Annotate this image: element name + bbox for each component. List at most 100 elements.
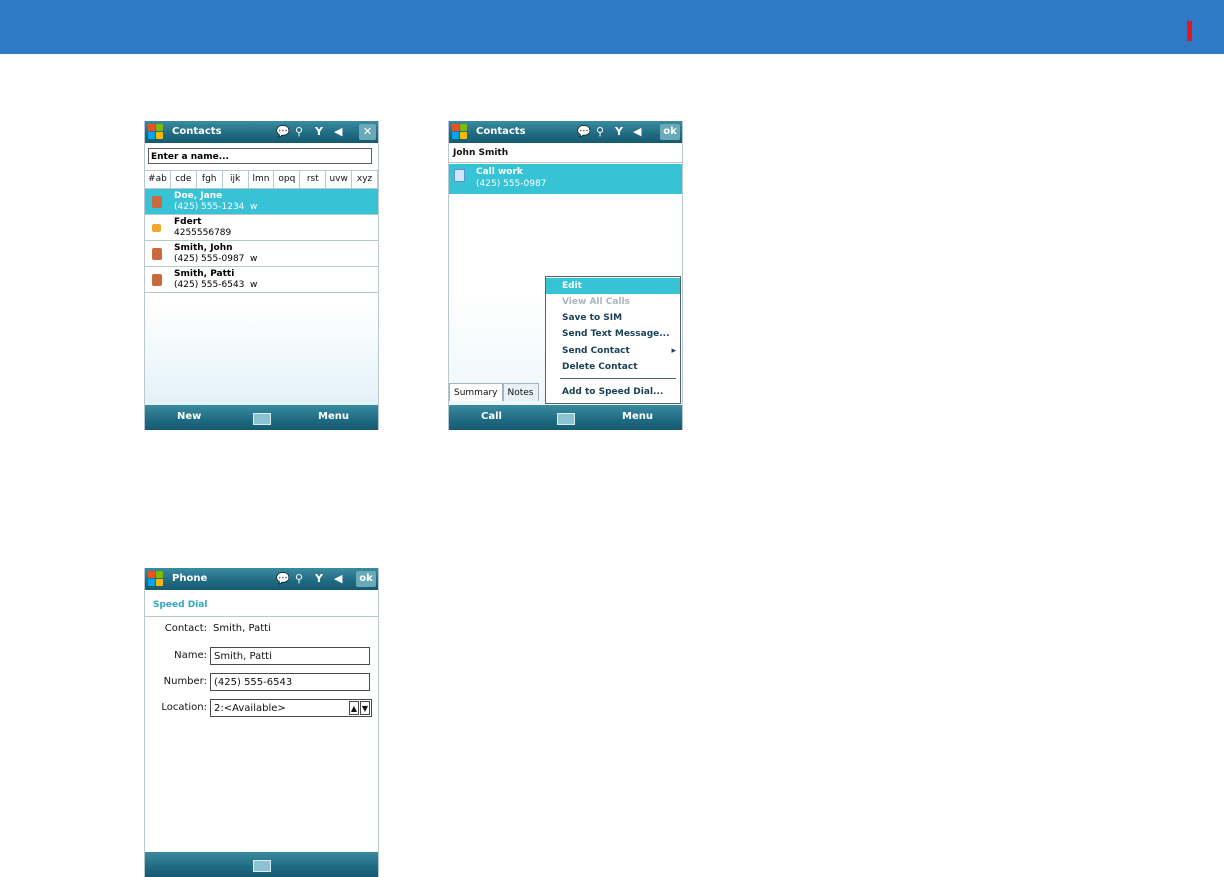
number-field[interactable]: (425) 555-6543 bbox=[210, 673, 370, 691]
windows-start-icon[interactable] bbox=[148, 124, 164, 140]
alpha-tab[interactable]: rst bbox=[300, 171, 327, 188]
contact-detail-screen: Contacts 💬 ⚲ Y ◀ ok John Smith Call work… bbox=[448, 121, 683, 430]
app-title: Contacts bbox=[172, 126, 222, 137]
contact-phone-type: w bbox=[250, 254, 258, 264]
speech-bubble-icon[interactable]: 💬 bbox=[577, 125, 591, 139]
document-header-bar bbox=[0, 0, 1224, 54]
submenu-arrow-icon: ▸ bbox=[671, 346, 676, 356]
softkey-menu[interactable]: Menu bbox=[318, 411, 349, 422]
title-bar: Contacts 💬 ⚲ Y ◀ ok bbox=[449, 121, 682, 143]
alpha-tab[interactable]: #ab bbox=[145, 171, 171, 188]
close-button[interactable]: ✕ bbox=[359, 124, 376, 140]
location-selector[interactable]: 2:<Available> ▲ ▼ bbox=[210, 699, 372, 717]
softkey-bar: Call Menu bbox=[449, 405, 682, 430]
softkey-bar bbox=[145, 852, 378, 877]
alpha-tab[interactable]: fgh bbox=[197, 171, 223, 188]
contact-phone: 4255556789 bbox=[174, 228, 232, 238]
contact-phone: (425) 555-0987 bbox=[174, 254, 245, 264]
menu-separator bbox=[560, 378, 676, 379]
alpha-tab[interactable]: opq bbox=[274, 171, 301, 188]
contact-row[interactable]: Fdert 4255556789 bbox=[145, 215, 378, 241]
signal-icon[interactable]: Y bbox=[315, 125, 323, 139]
title-bar: Phone 💬 ⚲ Y ◀ ok bbox=[145, 568, 378, 590]
contact-row[interactable]: Smith, John (425) 555-0987 w bbox=[145, 241, 378, 267]
location-label: Location: bbox=[161, 702, 207, 713]
tab-summary[interactable]: Summary bbox=[449, 383, 503, 401]
connectivity-icon[interactable]: ⚲ bbox=[295, 125, 303, 139]
contact-card-icon bbox=[152, 248, 162, 260]
menu-item-send-text-message[interactable]: Send Text Message... bbox=[546, 326, 680, 342]
divider bbox=[449, 162, 682, 163]
alpha-tab[interactable]: uvw bbox=[326, 171, 353, 188]
alpha-tab[interactable]: cde bbox=[171, 171, 197, 188]
softkey-new[interactable]: New bbox=[177, 411, 201, 422]
contact-phone: (425) 555-1234 bbox=[174, 202, 245, 212]
speech-bubble-icon[interactable]: 💬 bbox=[276, 125, 290, 139]
menu-item-delete-contact[interactable]: Delete Contact bbox=[546, 359, 680, 375]
name-search-input[interactable]: Enter a name... bbox=[148, 148, 372, 164]
keyboard-icon[interactable] bbox=[253, 860, 271, 872]
contact-name: Smith, Patti bbox=[174, 269, 235, 279]
speech-bubble-icon[interactable]: 💬 bbox=[276, 572, 290, 586]
contact-phone: (425) 555-6543 bbox=[174, 280, 245, 290]
signal-icon[interactable]: Y bbox=[315, 572, 323, 586]
contact-phone-type: w bbox=[250, 202, 258, 212]
ok-button[interactable]: ok bbox=[660, 124, 680, 140]
signal-icon[interactable]: Y bbox=[615, 125, 623, 139]
number-label: Number: bbox=[163, 676, 207, 687]
keyboard-icon[interactable] bbox=[253, 413, 271, 425]
spin-up-button[interactable]: ▲ bbox=[349, 701, 359, 715]
contact-card-icon bbox=[152, 274, 162, 286]
connectivity-icon[interactable]: ⚲ bbox=[596, 125, 604, 139]
section-title: Speed Dial bbox=[153, 600, 208, 610]
call-action-label: Call work bbox=[476, 167, 523, 177]
sim-contact-icon bbox=[152, 224, 161, 232]
windows-start-icon[interactable] bbox=[452, 124, 468, 140]
name-field[interactable]: Smith, Patti bbox=[210, 647, 370, 665]
alpha-tab[interactable]: ijk bbox=[223, 171, 249, 188]
softkey-menu[interactable]: Menu bbox=[622, 411, 653, 422]
contact-row[interactable]: Smith, Patti (425) 555-6543 w bbox=[145, 267, 378, 293]
menu-item-view-all-calls: View All Calls bbox=[562, 297, 630, 307]
contact-card-icon bbox=[152, 196, 162, 208]
contact-name: Fdert bbox=[174, 217, 202, 227]
menu-item-label: Send Contact bbox=[562, 346, 630, 356]
contact-value: Smith, Patti bbox=[213, 623, 271, 634]
title-bar: Contacts 💬 ⚲ Y ◀ ✕ bbox=[145, 121, 378, 143]
name-label: Name: bbox=[174, 650, 207, 661]
menu-item-edit[interactable]: Edit bbox=[546, 278, 680, 294]
phone-card-icon bbox=[454, 169, 465, 182]
contact-name-header: John Smith bbox=[453, 148, 509, 158]
contact-name: Smith, John bbox=[174, 243, 233, 253]
contact-label: Contact: bbox=[164, 623, 207, 634]
divider bbox=[145, 616, 378, 617]
softkey-bar: New Menu bbox=[145, 405, 378, 430]
menu-item-send-contact[interactable]: Send Contact ▸ bbox=[546, 343, 680, 359]
call-work-row[interactable]: Call work (425) 555-0987 bbox=[449, 164, 682, 194]
location-value: 2:<Available> bbox=[214, 703, 286, 714]
windows-start-icon[interactable] bbox=[148, 571, 164, 587]
ok-button[interactable]: ok bbox=[356, 571, 376, 587]
detail-tabs: Summary Notes bbox=[449, 383, 539, 401]
alpha-tab[interactable]: xyz bbox=[352, 171, 378, 188]
connectivity-icon[interactable]: ⚲ bbox=[295, 572, 303, 586]
volume-icon[interactable]: ◀ bbox=[334, 572, 342, 586]
contact-phone-type: w bbox=[250, 280, 258, 290]
menu-item-add-to-speed-dial[interactable]: Add to Speed Dial... bbox=[546, 384, 680, 400]
app-title: Contacts bbox=[476, 126, 526, 137]
volume-icon[interactable]: ◀ bbox=[334, 125, 342, 139]
app-title: Phone bbox=[172, 573, 208, 584]
contact-row[interactable]: Doe, Jane (425) 555-1234 w bbox=[145, 189, 378, 215]
call-number: (425) 555-0987 bbox=[476, 179, 547, 189]
contact-name: Doe, Jane bbox=[174, 191, 223, 201]
softkey-call[interactable]: Call bbox=[481, 411, 502, 422]
tab-notes[interactable]: Notes bbox=[502, 383, 539, 401]
spin-down-button[interactable]: ▼ bbox=[360, 701, 370, 715]
speed-dial-screen: Phone 💬 ⚲ Y ◀ ok Speed Dial Contact: Smi… bbox=[144, 568, 379, 877]
volume-icon[interactable]: ◀ bbox=[633, 125, 641, 139]
menu-item-save-to-sim[interactable]: Save to SIM bbox=[546, 310, 680, 326]
context-menu: Edit View All Calls Save to SIM Send Tex… bbox=[545, 276, 681, 404]
alpha-tab[interactable]: lmn bbox=[249, 171, 275, 188]
contacts-list-screen: Contacts 💬 ⚲ Y ◀ ✕ Enter a name... #ab c… bbox=[144, 121, 379, 430]
keyboard-icon[interactable] bbox=[557, 413, 575, 425]
